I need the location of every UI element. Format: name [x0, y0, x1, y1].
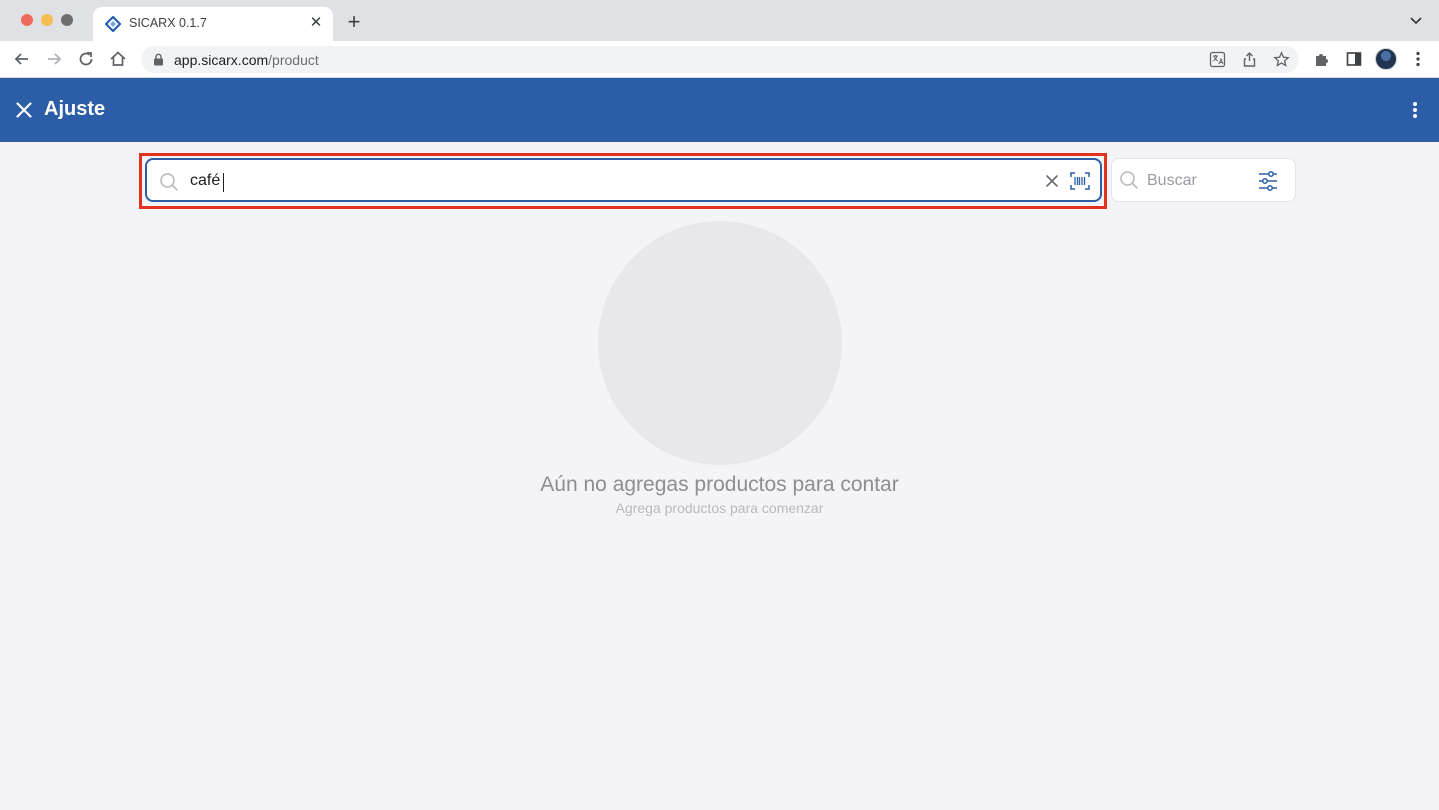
product-search-box[interactable] [145, 158, 1102, 202]
star-icon[interactable] [1273, 51, 1290, 68]
search-input[interactable] [190, 168, 1030, 194]
new-tab-plus-icon[interactable]: + [343, 11, 365, 33]
profile-avatar[interactable] [1375, 48, 1397, 70]
app-header: Ajuste [0, 78, 1439, 142]
url-path: /product [268, 52, 319, 68]
back-arrow-icon[interactable] [12, 49, 32, 69]
window-minimize-button[interactable] [41, 14, 53, 26]
kebab-menu-icon[interactable] [1409, 50, 1427, 68]
lock-icon[interactable] [153, 53, 164, 66]
empty-state-subtitle: Agrega productos para comenzar [615, 500, 824, 516]
filter-search-box[interactable] [1111, 158, 1296, 202]
home-icon[interactable] [108, 49, 128, 69]
empty-state-illustration [598, 221, 842, 465]
side-panel-icon[interactable] [1345, 50, 1363, 68]
window-close-button[interactable] [21, 14, 33, 26]
sicarx-logo-icon [105, 16, 121, 32]
empty-state-title: Aún no agregas productos para contar [540, 473, 899, 496]
chevron-down-icon[interactable] [1409, 13, 1423, 27]
reload-icon[interactable] [76, 49, 96, 69]
forward-arrow-icon[interactable] [44, 49, 64, 69]
url-text: app.sicarx.com/product [174, 52, 319, 68]
window-maximize-button[interactable] [61, 14, 73, 26]
filter-input[interactable] [1147, 170, 1247, 192]
more-options-icon[interactable] [1405, 100, 1425, 120]
puzzle-icon[interactable] [1313, 50, 1331, 68]
page-title: Ajuste [44, 98, 106, 120]
barcode-scan-icon[interactable] [1070, 172, 1090, 190]
url-host: app.sicarx.com [174, 52, 269, 68]
close-icon[interactable] [14, 100, 34, 120]
sliders-icon[interactable] [1258, 170, 1278, 192]
share-icon[interactable] [1241, 51, 1258, 68]
search-icon [1120, 171, 1138, 189]
search-icon [160, 173, 178, 191]
clear-icon[interactable] [1045, 174, 1059, 188]
browser-toolbar: app.sicarx.com/product [0, 41, 1439, 78]
address-bar[interactable]: app.sicarx.com/product [141, 46, 1299, 73]
text-caret [223, 173, 224, 192]
tab-title: SICARX 0.1.7 [129, 16, 207, 30]
tab-close-icon[interactable]: ✕ [307, 14, 325, 32]
browser-tab-strip: SICARX 0.1.7 ✕ + [0, 0, 1439, 41]
translate-icon[interactable] [1209, 51, 1226, 68]
browser-tab[interactable]: SICARX 0.1.7 ✕ [93, 7, 333, 41]
